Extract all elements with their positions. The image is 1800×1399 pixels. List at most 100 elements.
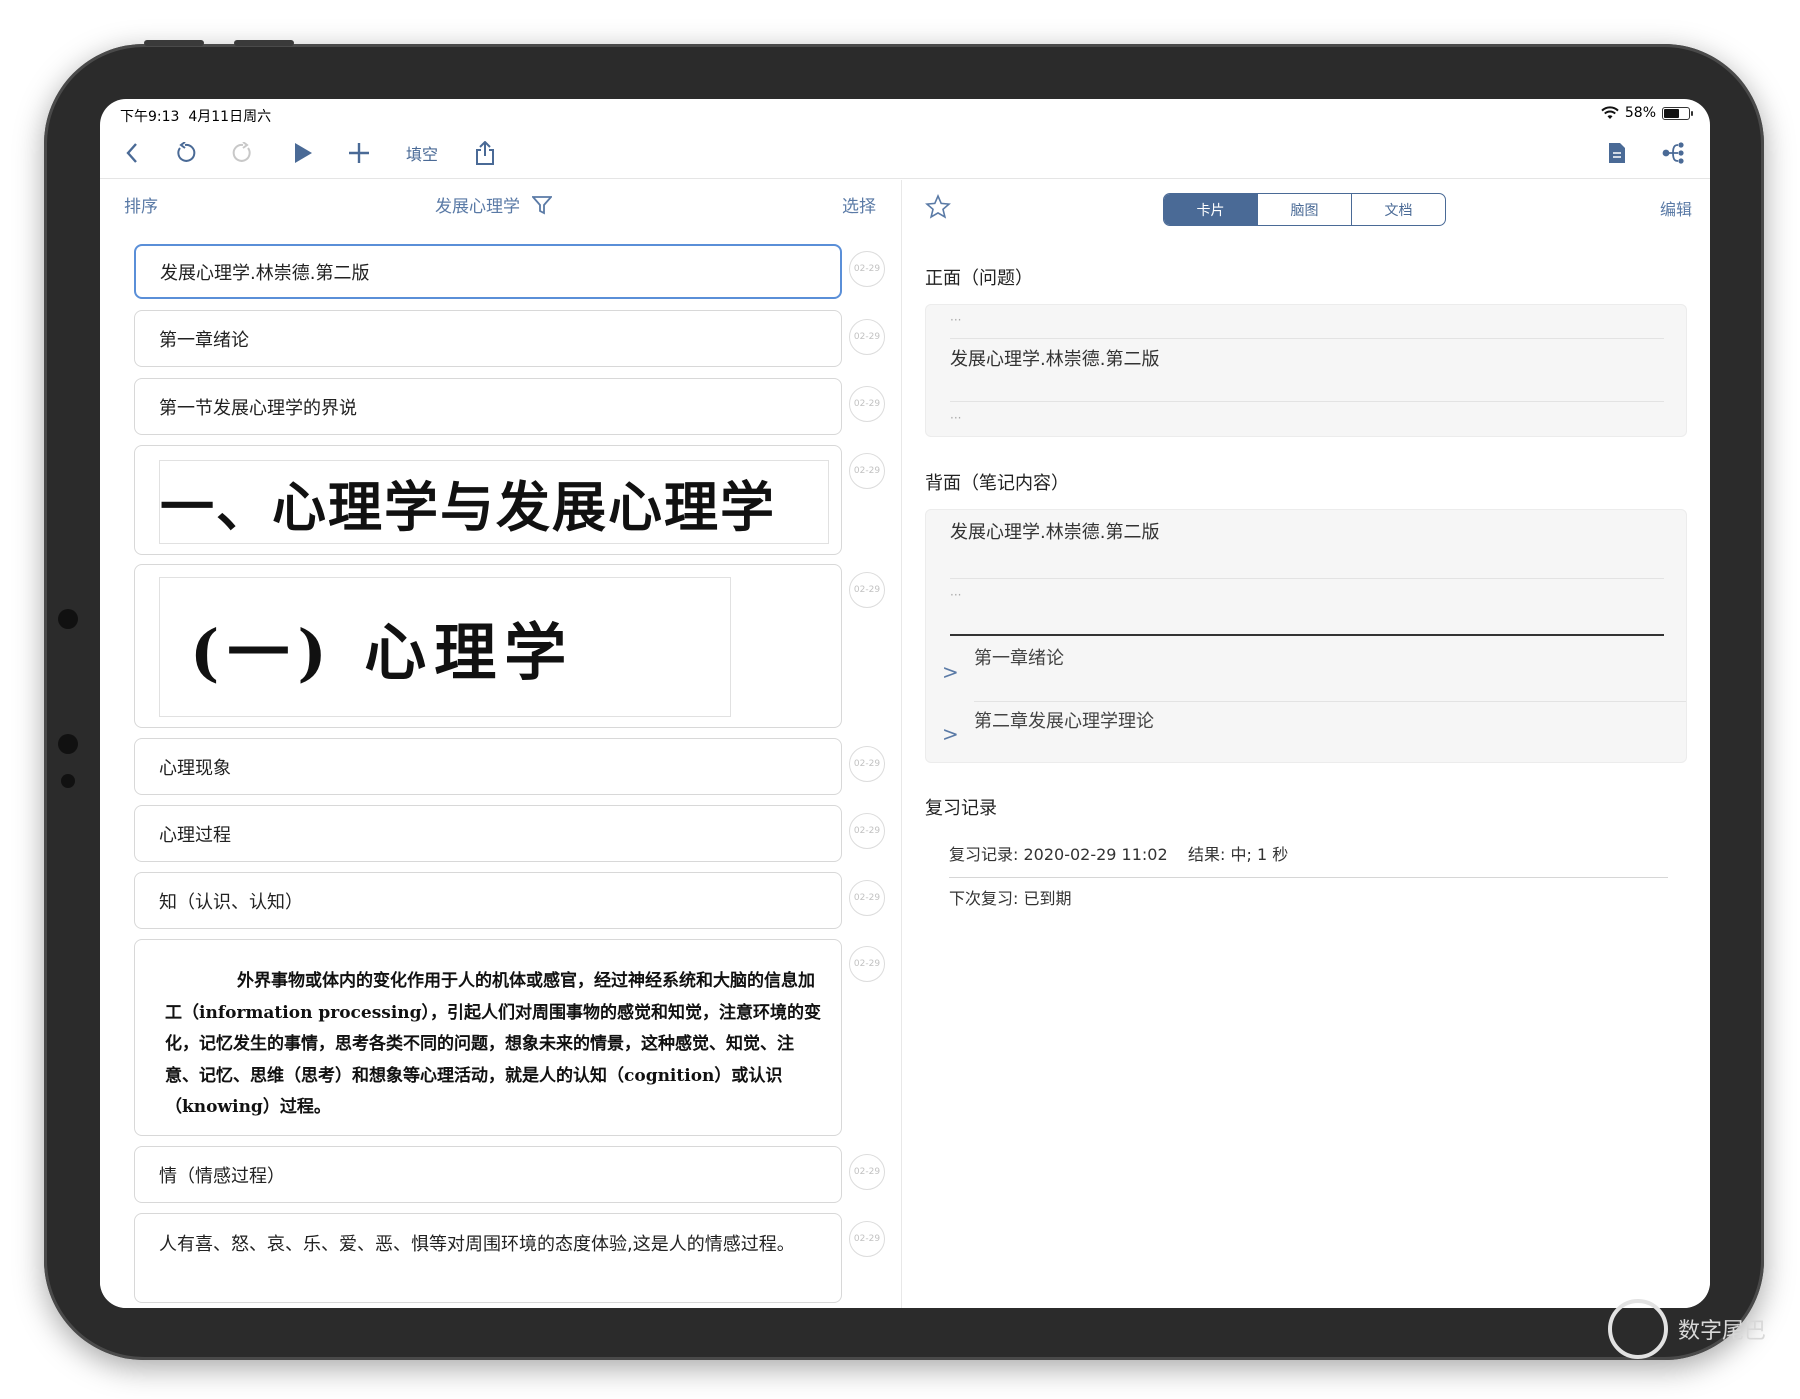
back-title: 背面（笔记内容） xyxy=(925,473,1069,494)
mindmap-icon xyxy=(1662,142,1684,164)
document-button[interactable] xyxy=(1600,137,1634,169)
child-item[interactable]: > 第一章绪论 xyxy=(926,638,1686,701)
redo-button[interactable] xyxy=(226,137,260,169)
tab-card[interactable]: 卡片 xyxy=(1164,194,1257,225)
camera-dot xyxy=(58,734,78,754)
card-item[interactable]: 发展心理学.林崇德.第二版 xyxy=(134,244,842,299)
card-date: 02-29 xyxy=(849,386,885,422)
plus-icon xyxy=(349,143,369,163)
card-date: 02-29 xyxy=(849,1221,885,1257)
status-time: 下午9:13 4月11日周六 xyxy=(120,109,272,125)
share-icon xyxy=(476,141,494,165)
redo-icon xyxy=(232,142,251,162)
divider xyxy=(950,401,1664,402)
document-icon xyxy=(1609,143,1625,163)
child-item-label: 第二章发展心理学理论 xyxy=(974,711,1154,732)
back-button[interactable] xyxy=(116,137,148,169)
card-item[interactable]: 人有喜、怒、哀、乐、爱、恶、惧等对周围环境的态度体验,这是人的情感过程。 xyxy=(134,1213,842,1303)
card-list-pane: 排序 发展心理学 选择 发展心理学.林崇德.第二版 02-29 第一章绪论 02… xyxy=(100,180,902,1308)
card-date: 02-29 xyxy=(849,453,885,489)
toolbar: 填空 xyxy=(100,129,1710,179)
ellipsis: ··· xyxy=(950,588,962,602)
ellipsis-bottom: ··· xyxy=(950,411,962,425)
camera-dot xyxy=(58,609,78,629)
card-item[interactable]: (一) 心理学 xyxy=(134,564,842,728)
child-item-label: 第一章绪论 xyxy=(974,648,1064,669)
card-item[interactable]: 情（情感过程） xyxy=(134,1146,842,1203)
mindmap-button[interactable] xyxy=(1656,137,1690,169)
card-text: 知（认识、认知） xyxy=(159,891,303,913)
back-box[interactable]: 发展心理学.林崇德.第二版 ··· > 第一章绪论 > 第二章发展心理学理论 xyxy=(925,509,1687,763)
top-button xyxy=(234,40,294,46)
next-review: 下次复习: 已到期 xyxy=(949,889,1072,908)
play-button[interactable] xyxy=(286,137,320,169)
card-text: 人有喜、怒、哀、乐、爱、恶、惧等对周围环境的态度体验,这是人的情感过程。 xyxy=(159,1234,795,1255)
deck-filter[interactable]: 发展心理学 xyxy=(435,192,552,217)
top-button xyxy=(144,40,204,46)
tab-document[interactable]: 文档 xyxy=(1351,194,1445,225)
card-image: 外界事物或体内的变化作用于人的机体或感官，经过神经系统和大脑的信息加工（info… xyxy=(165,966,827,1124)
card-date: 02-29 xyxy=(849,746,885,782)
card-item[interactable]: 心理过程 xyxy=(134,805,842,862)
separator-line xyxy=(950,634,1664,636)
card-date: 02-29 xyxy=(849,1154,885,1190)
card-date: 02-29 xyxy=(849,813,885,849)
watermark-logo xyxy=(1607,1299,1668,1359)
favorite-button[interactable] xyxy=(925,193,951,224)
watermark: 数字尾巴 xyxy=(1607,1299,1766,1359)
screen: 下午9:13 4月11日周六 58% 填空 排序 发展心理学 选择 发展心理学.… xyxy=(100,99,1710,1308)
play-icon xyxy=(295,143,312,163)
card-image: (一) 心理学 xyxy=(159,577,731,717)
chevron-right-icon: > xyxy=(942,660,959,684)
sort-button[interactable]: 排序 xyxy=(124,192,158,217)
card-date: 02-29 xyxy=(849,251,885,287)
card-item[interactable]: 心理现象 xyxy=(134,738,842,795)
card-date: 02-29 xyxy=(849,319,885,355)
select-button[interactable]: 选择 xyxy=(842,192,876,217)
card-date: 02-29 xyxy=(849,946,885,982)
card-image-text: (一) 心理学 xyxy=(190,616,575,689)
card-image: 一、心理学与发展心理学 xyxy=(159,460,829,544)
filter-icon xyxy=(532,195,552,214)
share-button[interactable] xyxy=(468,137,502,169)
divider xyxy=(949,877,1668,878)
card-item[interactable]: 一、心理学与发展心理学 xyxy=(134,445,842,555)
status-right: 58% xyxy=(1601,105,1693,121)
divider xyxy=(950,578,1664,579)
card-item[interactable]: 外界事物或体内的变化作用于人的机体或感官，经过神经系统和大脑的信息加工（info… xyxy=(134,939,842,1136)
chevron-left-icon xyxy=(126,143,137,163)
watermark-text: 数字尾巴 xyxy=(1677,1319,1766,1344)
child-item[interactable]: > 第二章发展心理学理论 xyxy=(926,702,1686,762)
tab-mindmap[interactable]: 脑图 xyxy=(1257,194,1351,225)
front-box[interactable]: ··· 发展心理学.林崇德.第二版 ··· xyxy=(925,304,1687,437)
wifi-icon xyxy=(1601,106,1619,119)
add-button[interactable] xyxy=(342,137,376,169)
card-item[interactable]: 第一节发展心理学的界说 xyxy=(134,378,842,435)
battery-percent: 58% xyxy=(1624,105,1656,121)
card-text: 第一节发展心理学的界说 xyxy=(159,397,357,419)
card-text: 第一章绪论 xyxy=(159,329,249,351)
edit-button[interactable]: 编辑 xyxy=(1660,196,1692,220)
battery-fill xyxy=(1664,108,1680,118)
card-image-text: 一、心理学与发展心理学 xyxy=(160,474,776,539)
card-item[interactable]: 知（认识、认知） xyxy=(134,872,842,929)
camera-dot xyxy=(61,774,75,788)
undo-icon xyxy=(177,142,196,162)
undo-button[interactable] xyxy=(168,137,202,169)
card-date: 02-29 xyxy=(849,572,885,608)
ellipsis-top: ··· xyxy=(950,313,962,327)
card-text: 心理现象 xyxy=(159,757,231,779)
review-title: 复习记录 xyxy=(925,798,997,819)
front-text: 发展心理学.林崇德.第二版 xyxy=(950,349,1160,370)
card-item[interactable]: 第一章绪论 xyxy=(134,310,842,367)
star-icon xyxy=(925,193,951,219)
back-text: 发展心理学.林崇德.第二版 xyxy=(950,522,1160,543)
card-image-text: 外界事物或体内的变化作用于人的机体或感官，经过神经系统和大脑的信息加工（info… xyxy=(165,971,822,1117)
review-record: 复习记录: 2020-02-29 11:02 结果: 中; 1 秒 xyxy=(949,845,1289,864)
cloze-button[interactable]: 填空 xyxy=(398,137,446,169)
status-bar: 下午9:13 4月11日周六 58% xyxy=(100,99,1710,129)
card-text: 发展心理学.林崇德.第二版 xyxy=(160,262,370,284)
chevron-right-icon: > xyxy=(942,722,959,746)
card-detail-pane: 卡片 脑图 文档 编辑 正面（问题） ··· 发展心理学.林崇德.第二版 ···… xyxy=(903,180,1710,1308)
card-text: 心理过程 xyxy=(159,824,231,846)
